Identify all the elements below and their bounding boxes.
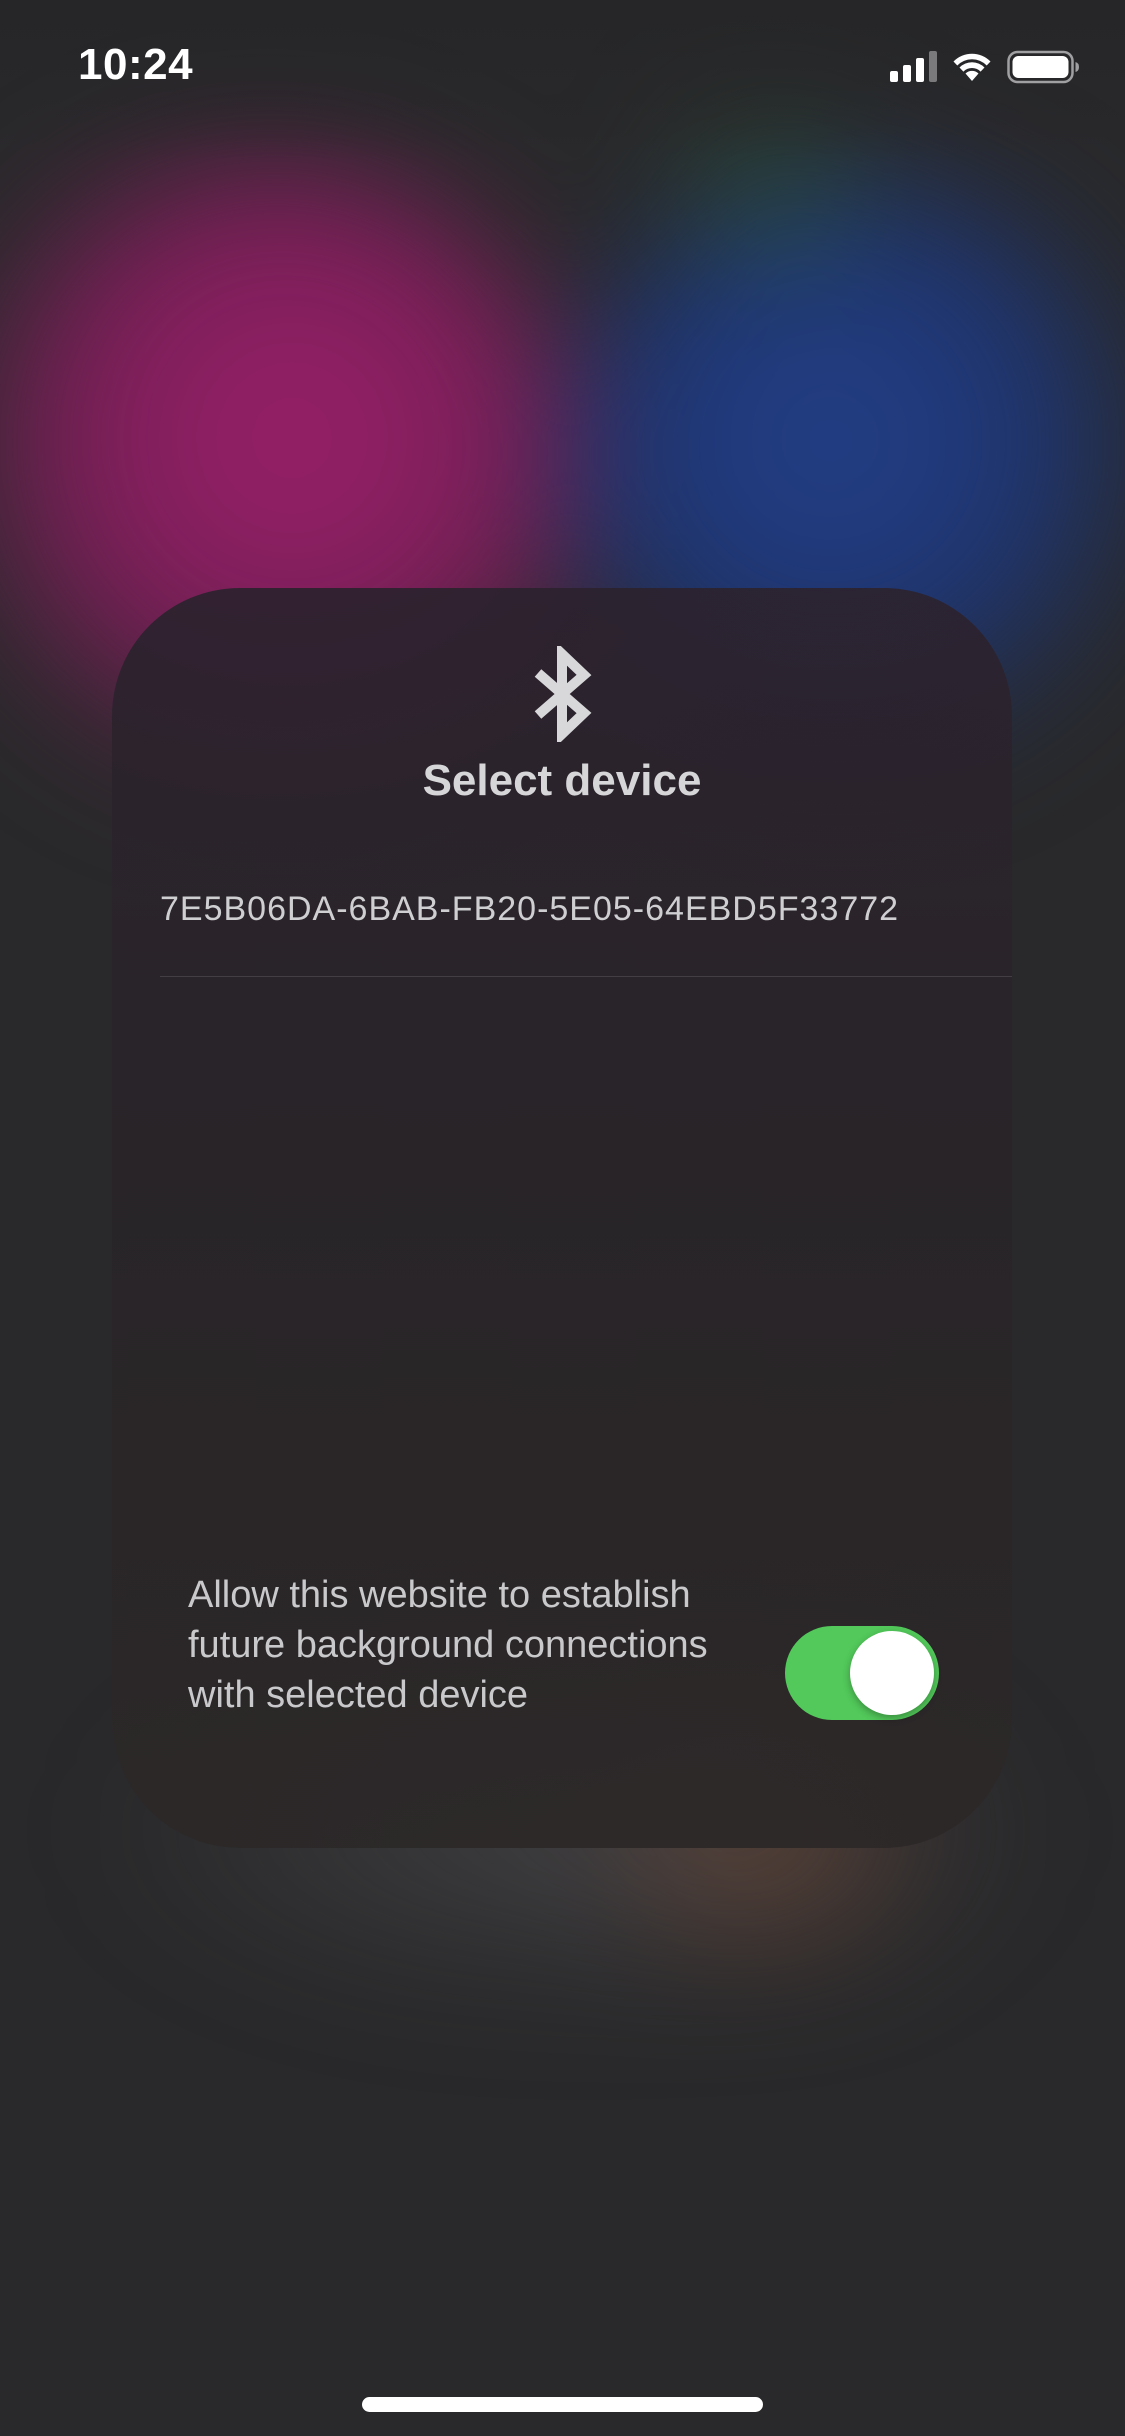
background-connection-toggle[interactable]	[785, 1626, 939, 1720]
home-indicator[interactable]	[362, 2397, 763, 2412]
sheet-title: Select device	[422, 756, 702, 805]
status-icons	[890, 50, 1081, 84]
toggle-knob	[850, 1631, 934, 1715]
cellular-signal-icon	[890, 51, 937, 82]
select-device-sheet: Select device 7E5B06DA-6BAB-FB20-5E05-64…	[112, 588, 1012, 1848]
wifi-icon	[953, 53, 991, 81]
background-connection-label: Allow this website to establish future b…	[188, 1574, 708, 1716]
status-time: 10:24	[78, 40, 194, 89]
device-id: 7E5B06DA-6BAB-FB20-5E05-64EBD5F33772	[160, 890, 900, 928]
status-bar: 10:24	[0, 0, 1125, 135]
screen: 10:24 Select device 7E5B06DA-6BAB-FB20-5…	[0, 0, 1125, 2436]
device-list-item[interactable]: 7E5B06DA-6BAB-FB20-5E05-64EBD5F33772	[160, 880, 1012, 977]
bluetooth-icon	[534, 646, 592, 742]
battery-icon	[1007, 50, 1079, 84]
